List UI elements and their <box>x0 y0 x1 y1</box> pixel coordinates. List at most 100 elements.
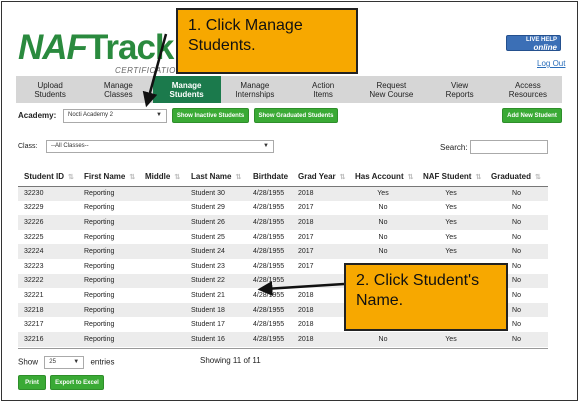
nav-upload-students[interactable]: Upload Students <box>16 76 84 103</box>
cell-last-name[interactable]: Student 18 <box>185 302 247 318</box>
cell-middle <box>139 259 185 274</box>
col-student-id[interactable]: Student ID ⇅ <box>18 167 78 187</box>
callout-step-2: 2. Click Student's Name. <box>344 263 508 331</box>
cell-last-name[interactable]: Student 29 <box>185 201 247 216</box>
nav-manage-internships[interactable]: Manage Internships <box>221 76 289 103</box>
cell-middle <box>139 244 185 259</box>
logout-link[interactable]: Log Out <box>537 59 565 68</box>
cell-grad-year: 2018 <box>292 215 349 230</box>
cell-last-name[interactable]: Student 30 <box>185 186 247 201</box>
page-size-select[interactable]: 25 ▼ <box>44 356 85 369</box>
cell-first-name[interactable]: Reporting <box>78 215 139 230</box>
cell-first-name[interactable]: Reporting <box>78 317 139 332</box>
cell-birthdate: 4/28/1955 <box>253 262 285 270</box>
export-excel-button[interactable]: Export to Excel <box>50 375 104 390</box>
cell-middle <box>139 273 185 289</box>
main-nav: Upload Students Manage Classes Manage Stude… <box>16 76 562 103</box>
col-middle[interactable]: Middle ⇅ <box>139 167 185 187</box>
cell-first-name[interactable]: Reporting <box>78 288 139 303</box>
col-birthdate[interactable]: Birthdate <box>247 167 292 187</box>
cell-grad-year <box>292 273 349 289</box>
cell-naf-student: Yes <box>417 186 485 201</box>
table-row[interactable]: 32229 Reporting Student 29 4/28/1955 2017 No Y… <box>18 201 548 216</box>
cell-graduated: No <box>512 204 521 212</box>
cell-student-id: 32217 <box>24 321 44 329</box>
cell-grad-year: 2018 <box>292 331 349 347</box>
chevron-down-icon: ▼ <box>73 359 80 365</box>
col-naf-student[interactable]: NAF Student ⇅ <box>417 167 485 187</box>
col-first-name[interactable]: First Name ⇅ <box>78 167 139 187</box>
table-row[interactable]: 32216 Reporting Student 16 4/28/1955 2018 No Y… <box>18 331 548 347</box>
cell-naf-student: Yes <box>417 215 485 230</box>
col-last-name[interactable]: Last Name ⇅ <box>185 167 247 187</box>
nav-manage-students[interactable]: Manage Students <box>152 76 221 103</box>
cell-has-account: No <box>349 331 417 347</box>
cell-birthdate: 4/28/1955 <box>253 321 285 329</box>
cell-last-name[interactable]: Student 23 <box>185 259 247 274</box>
cell-last-name[interactable]: Student 26 <box>185 215 247 230</box>
cell-middle <box>139 302 185 318</box>
cell-middle <box>139 230 185 245</box>
table-row[interactable]: 32230 Reporting Student 30 4/28/1955 2018 Yes… <box>18 186 548 201</box>
cell-birthdate: 4/28/1955 <box>247 215 292 230</box>
cell-naf-student: Yes <box>417 331 485 347</box>
chevron-down-icon: ▼ <box>263 143 269 149</box>
print-button[interactable]: Print <box>18 375 46 390</box>
col-grad-year[interactable]: Grad Year ⇅ <box>292 167 349 187</box>
cell-last-name[interactable]: Student 22 <box>185 273 247 289</box>
page-size-control: Show 25 ▼ entries <box>18 356 115 369</box>
col-has-account[interactable]: Has Account ⇅ <box>349 167 417 187</box>
cell-first-name[interactable]: Reporting <box>78 244 139 259</box>
class-select[interactable]: --All Classes-- ▼ <box>46 140 274 153</box>
cell-first-name[interactable]: Reporting <box>78 186 139 201</box>
search-input[interactable] <box>470 140 548 154</box>
live-help-button[interactable]: LIVE HELP online <box>506 35 561 52</box>
cell-birthdate: 4/28/1955 <box>247 186 292 201</box>
cell-first-name[interactable]: Reporting <box>78 302 139 318</box>
cell-last-name[interactable]: Student 24 <box>185 244 247 259</box>
nav-view-reports[interactable]: View Reports <box>426 76 494 103</box>
table-row[interactable]: 32225 Reporting Student 25 4/28/1955 2017 No Y… <box>18 230 548 245</box>
class-label: Class: <box>18 143 38 150</box>
cell-first-name[interactable]: Reporting <box>78 259 139 274</box>
cell-last-name[interactable]: Student 21 <box>185 288 247 303</box>
nav-request-new-course[interactable]: Request New Course <box>357 76 425 103</box>
add-new-student-button[interactable]: Add New Student <box>502 108 562 123</box>
cell-birthdate: 4/28/1955 <box>253 204 285 212</box>
cell-naf-student: Yes <box>445 204 457 212</box>
nav-action-items[interactable]: Action Items <box>289 76 357 103</box>
cell-first-name[interactable]: Reporting <box>78 273 139 289</box>
cell-first-name[interactable]: Reporting <box>78 331 139 347</box>
col-graduated[interactable]: Graduated ⇅ <box>485 167 548 187</box>
cell-birthdate: 4/28/1955 <box>247 244 292 259</box>
cell-graduated: No <box>485 186 548 201</box>
cell-middle <box>139 331 185 347</box>
cell-last-name[interactable]: Student 16 <box>185 331 247 347</box>
cell-has-account: No <box>378 233 388 241</box>
cell-last-name[interactable]: Student 17 <box>185 317 247 332</box>
table-row[interactable]: 32224 Reporting Student 24 4/28/1955 2017 No Y… <box>18 244 548 259</box>
table-row[interactable]: 32226 Reporting Student 26 4/28/1955 2018 No Y… <box>18 215 548 230</box>
cell-graduated: No <box>485 331 548 347</box>
cell-first-name[interactable]: Reporting <box>78 230 139 245</box>
academy-label: Academy: <box>18 111 57 120</box>
nav-access-resources[interactable]: Access Resources <box>494 76 562 103</box>
academy-select[interactable]: Nocti Academy 2 ▼ <box>63 109 167 123</box>
cell-student-id: 32229 <box>24 204 44 212</box>
cell-first-name[interactable]: Reporting <box>78 201 139 216</box>
cell-student-id: 32222 <box>18 273 78 289</box>
cell-has-account: No <box>378 204 388 212</box>
naftrack-logo: NAFTrack <box>18 28 174 67</box>
show-graduated-students-button[interactable]: Show Graduated Students <box>254 108 338 123</box>
cell-student-id: 32230 <box>18 186 78 201</box>
cell-graduated: No <box>485 244 548 259</box>
nav-manage-classes[interactable]: Manage Classes <box>84 76 152 103</box>
cell-last-name[interactable]: Student 25 <box>185 230 247 245</box>
callout-step-1: 1. Click Manage Students. <box>176 8 358 74</box>
cell-grad-year: 2017 <box>298 262 314 270</box>
show-inactive-students-button[interactable]: Show Inactive Students <box>172 108 249 123</box>
cell-student-id: 32216 <box>18 331 78 347</box>
cell-birthdate: 4/28/1955 <box>253 291 285 299</box>
cell-grad-year: 2018 <box>292 186 349 201</box>
cell-student-id: 32221 <box>24 291 44 299</box>
